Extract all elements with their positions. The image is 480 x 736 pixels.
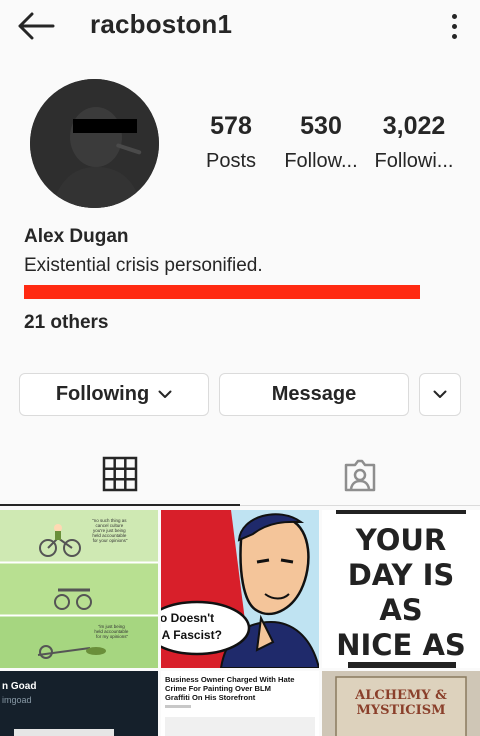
following-stat[interactable]: 3,022 Followi... (369, 112, 459, 173)
post-thumbnail[interactable]: Business Owner Charged With Hate Crime F… (161, 671, 319, 736)
top-bar: racboston1 (0, 0, 480, 52)
tab-posts-grid[interactable] (0, 444, 240, 506)
more-vertical-icon-dot (451, 23, 457, 29)
post-thumbnail[interactable]: o Doesn't e A Fascist? (161, 510, 319, 668)
tagged-person-icon (344, 459, 376, 491)
followers-count: 530 (300, 112, 342, 140)
post-4-author: n Goad (2, 681, 36, 692)
post-thumbnail[interactable]: YOUR DAY IS AS NICE AS (322, 510, 480, 668)
followers-stat[interactable]: 530 Follow... (276, 112, 366, 173)
following-count: 3,022 (382, 112, 446, 140)
back-button[interactable] (14, 8, 58, 44)
chevron-down-icon (158, 390, 172, 398)
message-button[interactable]: Message (219, 373, 409, 416)
profile-tabs (0, 444, 480, 506)
post-thumbnail[interactable]: ALCHEMY & MYSTICISM (322, 671, 480, 736)
grid-icon (102, 456, 138, 492)
profile-avatar[interactable] (30, 79, 159, 208)
following-button[interactable]: Following (19, 373, 209, 416)
suggested-accounts-button[interactable] (419, 373, 461, 416)
profile-bio: Alex Dugan Existential crisis personifie… (24, 226, 464, 334)
post-thumbnail[interactable]: n Goad imgoad (0, 671, 158, 736)
post-6-title-line2: MYSTICISM (356, 703, 445, 718)
redaction-bar (24, 285, 420, 299)
posts-label: Posts (205, 150, 257, 172)
post-3-line4: NICE AS (336, 628, 466, 662)
followers-label: Follow... (284, 150, 358, 172)
post-1-caption-bottom: "im just being held accountable for my o… (94, 624, 129, 639)
post-1-caption-top: "no such thing as cancel culture you're … (92, 518, 128, 543)
message-button-label: Message (271, 383, 357, 405)
chevron-down-icon (433, 390, 447, 398)
arrow-left-icon (18, 12, 55, 40)
post-3-line3: AS (379, 593, 422, 627)
post-thumbnail[interactable]: "no such thing as cancel culture you're … (0, 510, 158, 668)
post-2-bubble-line2: e A Fascist? (161, 628, 222, 642)
more-vertical-icon (451, 13, 457, 19)
posts-count: 578 (210, 112, 252, 140)
following-label: Followi... (374, 150, 454, 172)
profile-name: Alex Dugan (24, 226, 129, 247)
post-6-title-line1: ALCHEMY & (354, 688, 447, 703)
post-3-line2: DAY IS (348, 558, 455, 592)
followed-by-others[interactable]: 21 others (24, 312, 464, 334)
tab-tagged[interactable] (240, 444, 480, 506)
post-2-bubble-line1: o Doesn't (161, 611, 214, 625)
following-button-label: Following (55, 383, 150, 405)
more-vertical-icon-dot (451, 33, 457, 39)
followed-by-line[interactable] (24, 282, 464, 306)
post-4-handle: imgoad (2, 695, 32, 705)
bio-text: Existential crisis personified. (24, 255, 263, 276)
posts-stat[interactable]: 578 Posts (186, 112, 276, 173)
eye-censor-bar (73, 119, 137, 133)
post-3-line1: YOUR (355, 523, 447, 557)
more-options-button[interactable] (442, 8, 466, 44)
profile-username: racboston1 (90, 9, 233, 39)
